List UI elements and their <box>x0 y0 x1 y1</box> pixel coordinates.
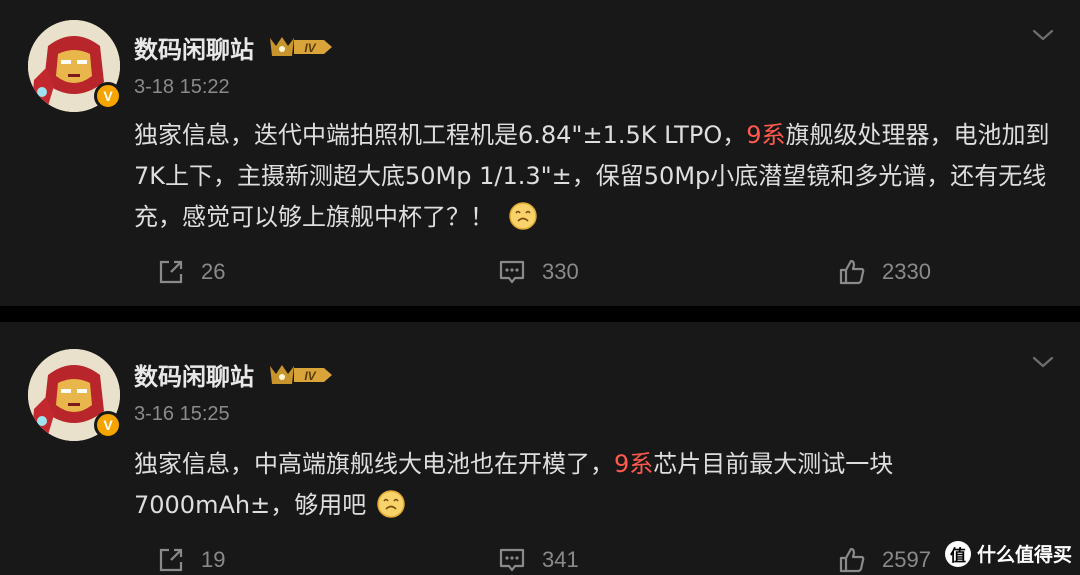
repost-count: 19 <box>201 547 226 572</box>
action-bar: 26 330 2330 <box>0 252 1080 292</box>
face-emoji-icon <box>377 490 405 518</box>
post-time: 3-16 15:25 <box>134 403 230 425</box>
repost-icon <box>159 548 183 572</box>
weibo-post: V 数码闲聊站 IV 3-18 15:22 独家信息，迭代中端拍照机工程机是6.… <box>0 0 1080 306</box>
repost-count: 26 <box>201 259 226 284</box>
thumbs-up-icon <box>839 547 865 573</box>
comment-count: 330 <box>542 259 579 284</box>
post-time: 3-18 15:22 <box>134 76 230 98</box>
watermark-text: 什么值得买 <box>976 544 1072 566</box>
comment-button[interactable]: 330 <box>498 252 579 292</box>
like-button[interactable]: 2330 <box>838 252 931 292</box>
repost-button[interactable]: 19 <box>157 540 225 575</box>
avatar[interactable]: V <box>28 20 122 112</box>
action-bar: 19 341 2597 <box>0 540 1080 575</box>
repost-icon <box>159 260 183 284</box>
post-text: 独家信息，中高端旗舰线大电池也在开模了， <box>134 450 614 478</box>
verified-badge: V <box>94 82 122 110</box>
comment-button[interactable]: 341 <box>498 540 579 575</box>
author-name[interactable]: 数码闲聊站 <box>134 30 254 65</box>
post-text: 独家信息，迭代中端拍照机工程机是6.84"±1.5K LTPO， <box>134 121 747 149</box>
chevron-down-icon[interactable] <box>1032 28 1054 42</box>
highlight-text[interactable]: 9系 <box>746 121 785 149</box>
weibo-post: V 数码闲聊站 IV 3-16 15:25 独家信息，中高端旗舰线大电池也在开模… <box>0 322 1080 575</box>
post-content: 独家信息，迭代中端拍照机工程机是6.84"±1.5K LTPO，9系旗舰级处理器… <box>134 115 1054 238</box>
author-name[interactable]: 数码闲聊站 <box>134 357 254 392</box>
level-badge-icon[interactable]: IV <box>268 362 334 388</box>
level-badge-label: IV <box>304 369 316 383</box>
like-count: 2597 <box>882 547 931 572</box>
level-badge-label: IV <box>304 41 316 55</box>
verified-badge: V <box>94 411 122 439</box>
post-content: 独家信息，中高端旗舰线大电池也在开模了，9系芯片目前最大测试一块7000mAh±… <box>134 444 964 526</box>
highlight-text[interactable]: 9系 <box>614 450 653 478</box>
level-badge-icon[interactable]: IV <box>268 34 334 60</box>
repost-button[interactable]: 26 <box>157 252 225 292</box>
like-count: 2330 <box>882 259 931 284</box>
comment-icon <box>499 548 525 572</box>
comment-icon <box>499 260 525 284</box>
watermark-logo-icon: 值 <box>944 540 971 567</box>
watermark: 值 什么值得买 <box>944 540 1072 567</box>
like-button[interactable]: 2597 <box>838 540 931 575</box>
face-emoji-icon <box>508 202 537 230</box>
comment-count: 341 <box>542 547 579 572</box>
thumbs-up-icon <box>839 259 865 285</box>
avatar[interactable]: V <box>28 349 122 441</box>
chevron-down-icon[interactable] <box>1032 355 1054 369</box>
